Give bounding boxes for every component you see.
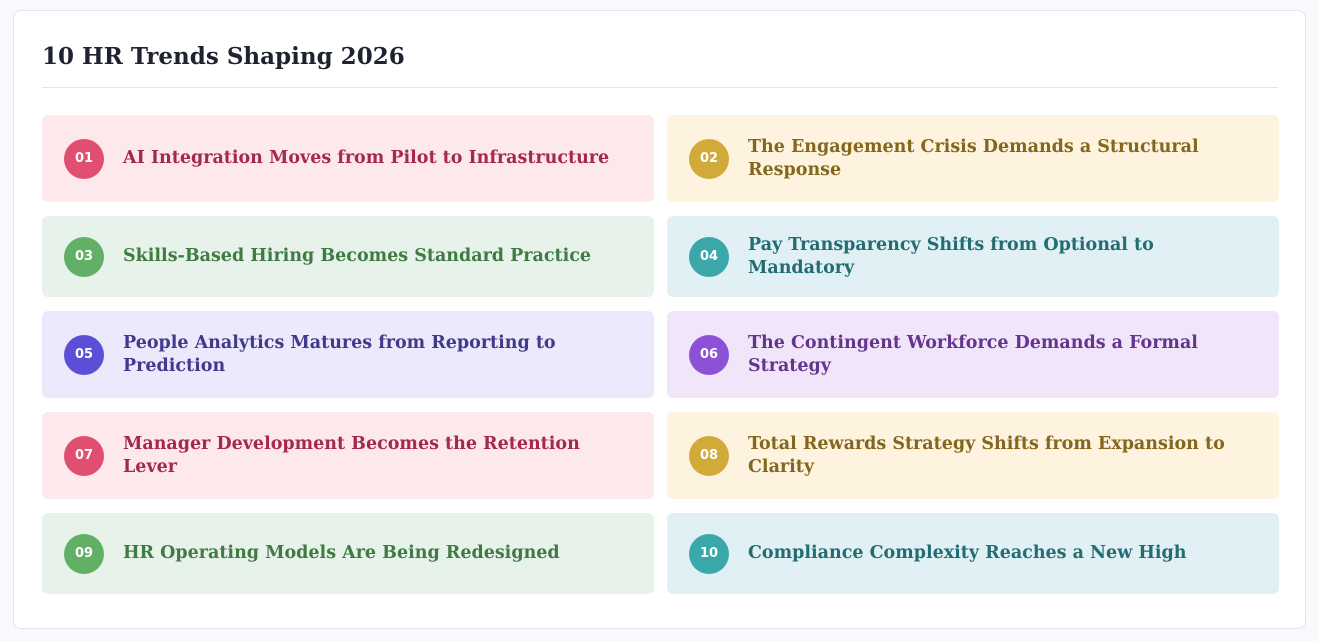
trends-card: 10 HR Trends Shaping 2026 01 AI Integrati… bbox=[13, 10, 1306, 629]
trend-number-badge: 06 bbox=[689, 334, 729, 375]
trend-label: Pay Transparency Shifts from Optional to… bbox=[748, 234, 1154, 278]
trend-item: 01 AI Integration Moves from Pilot to Inf… bbox=[42, 115, 654, 202]
trend-label: Skills-Based Hiring Becomes Standard Pra… bbox=[123, 246, 592, 266]
trend-number-badge: 07 bbox=[64, 435, 104, 476]
trend-number-badge: 01 bbox=[64, 138, 104, 179]
trend-item: 09 HR Operating Models Are Being Redesign… bbox=[42, 513, 654, 594]
trend-label: The Contingent Workforce Demands a Forma… bbox=[748, 332, 1198, 376]
trend-item: 10 Compliance Complexity Reaches a New Hi… bbox=[667, 513, 1279, 594]
trend-number-badge: 05 bbox=[64, 334, 104, 375]
trends-grid: 01 AI Integration Moves from Pilot to Inf… bbox=[42, 115, 1279, 594]
trend-number-badge: 10 bbox=[689, 533, 729, 574]
trend-item: 03 Skills-Based Hiring Becomes Standard P… bbox=[42, 216, 654, 297]
trend-number-badge: 09 bbox=[64, 533, 104, 574]
trend-label: Manager Development Becomes the Retentio… bbox=[123, 433, 580, 477]
trend-number-badge: 04 bbox=[689, 236, 729, 277]
page-title: 10 HR Trends Shaping 2026 bbox=[42, 43, 405, 70]
title-divider bbox=[42, 87, 1278, 88]
trend-item: 08 Total Rewards Strategy Shifts from Exp… bbox=[667, 412, 1279, 499]
trend-item: 05 People Analytics Matures from Reportin… bbox=[42, 311, 654, 398]
trend-label: The Engagement Crisis Demands a Structur… bbox=[748, 136, 1199, 180]
trend-label: AI Integration Moves from Pilot to Infra… bbox=[123, 148, 610, 168]
trend-number-badge: 02 bbox=[689, 138, 729, 179]
trend-item: 06 The Contingent Workforce Demands a For… bbox=[667, 311, 1279, 398]
trend-label: HR Operating Models Are Being Redesigned bbox=[123, 543, 560, 563]
trend-label: People Analytics Matures from Reporting … bbox=[123, 332, 556, 376]
trend-label: Compliance Complexity Reaches a New High bbox=[748, 543, 1187, 563]
trend-item: 02 The Engagement Crisis Demands a Struct… bbox=[667, 115, 1279, 202]
trend-label: Total Rewards Strategy Shifts from Expan… bbox=[748, 433, 1225, 477]
trend-number-badge: 03 bbox=[64, 236, 104, 277]
trend-item: 04 Pay Transparency Shifts from Optional … bbox=[667, 216, 1279, 297]
trend-number-badge: 08 bbox=[689, 435, 729, 476]
trend-item: 07 Manager Development Becomes the Retent… bbox=[42, 412, 654, 499]
